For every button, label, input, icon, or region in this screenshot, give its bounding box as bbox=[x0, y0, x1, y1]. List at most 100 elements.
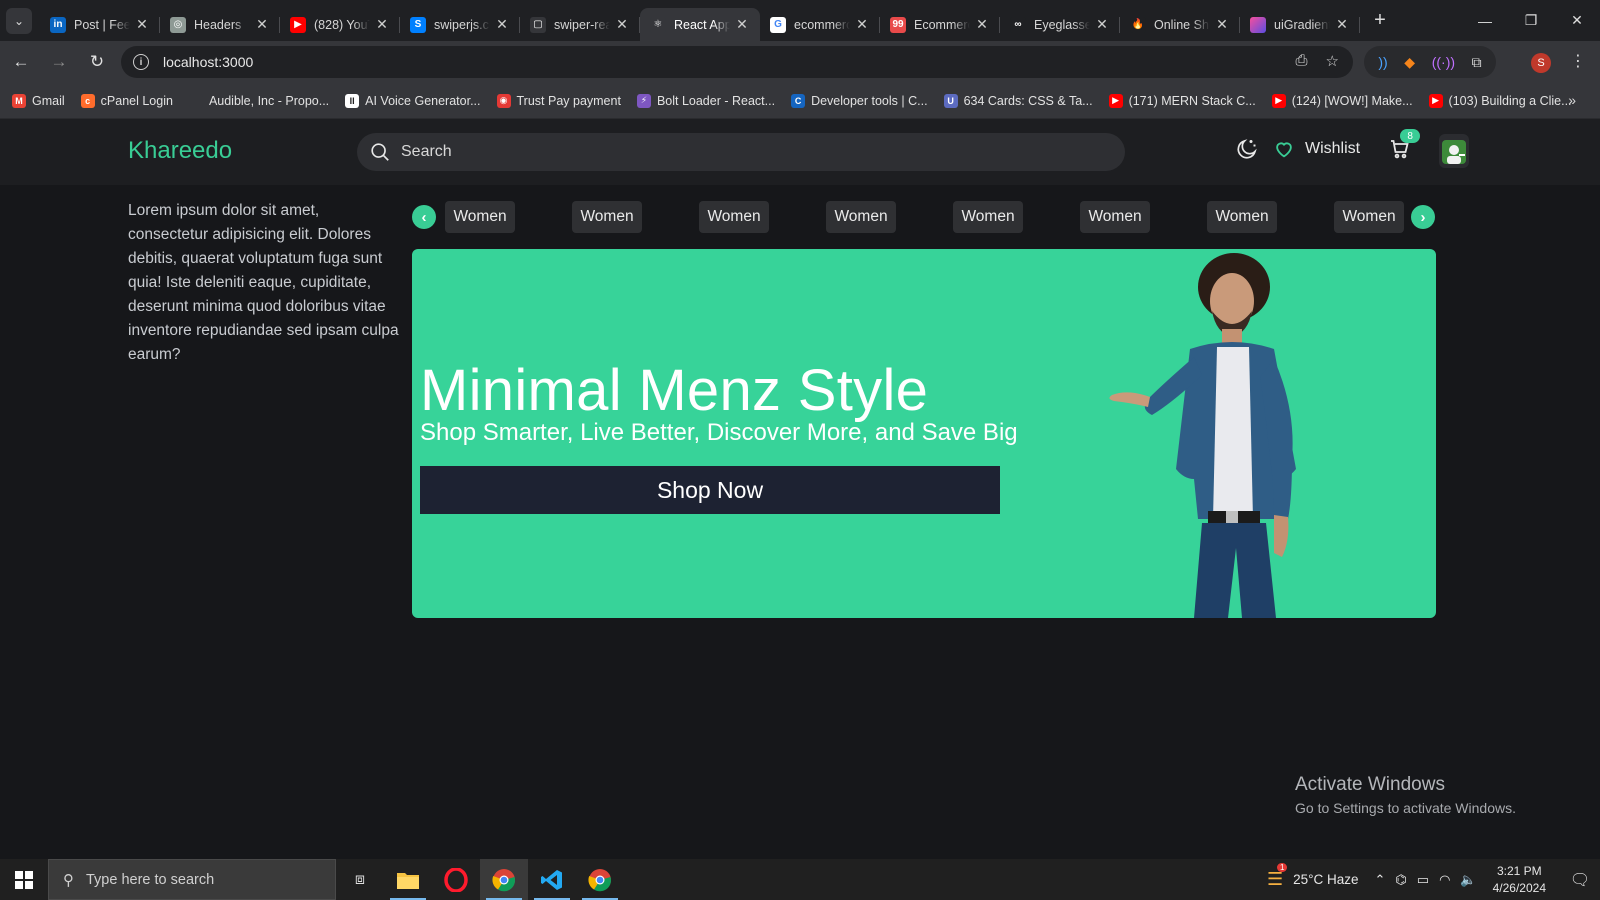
opera-button[interactable] bbox=[432, 859, 480, 900]
browser-tab[interactable]: ∞ Eyeglasses ✕ bbox=[1000, 8, 1120, 41]
menu-kebab-icon[interactable]: ⋮ bbox=[1570, 51, 1586, 71]
wishlist-link[interactable]: Wishlist bbox=[1305, 140, 1360, 158]
wifi-icon[interactable]: ◠ bbox=[1439, 872, 1450, 888]
cart-button[interactable]: 8 bbox=[1388, 129, 1421, 161]
search-icon bbox=[371, 143, 389, 161]
close-tab-icon[interactable]: ✕ bbox=[734, 16, 750, 33]
close-tab-icon[interactable]: ✕ bbox=[374, 16, 390, 33]
browser-tab[interactable]: 99 Ecommerce ✕ bbox=[880, 8, 1000, 41]
metamask-icon[interactable]: ◆ bbox=[1404, 54, 1415, 71]
site-logo[interactable]: Khareedo bbox=[128, 137, 232, 165]
meet-now-icon[interactable]: ⌬ bbox=[1395, 872, 1406, 888]
task-view-button[interactable]: ⧈ bbox=[336, 859, 384, 900]
restore-button[interactable]: ❐ bbox=[1508, 0, 1554, 41]
chrome-button[interactable] bbox=[480, 859, 528, 900]
tab-search-button[interactable]: ⌄ bbox=[6, 7, 32, 34]
user-avatar[interactable] bbox=[1439, 134, 1469, 168]
close-window-button[interactable]: ✕ bbox=[1554, 0, 1600, 41]
chrome-profile-button[interactable] bbox=[576, 859, 624, 900]
chevron-left-icon: ‹ bbox=[421, 208, 427, 226]
bookmark-item[interactable]: c cPanel Login bbox=[80, 93, 173, 108]
bookmark-favicon-icon: ▶ bbox=[1108, 93, 1123, 108]
browser-tab-label: Eyeglasses bbox=[1034, 17, 1090, 32]
weather-text: 25°C Haze bbox=[1293, 872, 1359, 887]
file-explorer-button[interactable] bbox=[384, 859, 432, 900]
bookmark-star-icon[interactable]: ☆ bbox=[1326, 52, 1339, 70]
linkedin-icon: in bbox=[50, 16, 66, 33]
bookmark-item[interactable]: ▶ (103) Building a Clie... bbox=[1428, 93, 1572, 108]
shop-now-button[interactable]: Shop Now bbox=[420, 466, 1000, 514]
category-chip[interactable]: Women bbox=[826, 201, 896, 233]
close-tab-icon[interactable]: ✕ bbox=[494, 16, 510, 33]
extension-signal-icon[interactable]: ((·)) bbox=[1432, 54, 1455, 70]
heart-icon[interactable] bbox=[1273, 138, 1295, 160]
slider-prev-button[interactable]: ‹ bbox=[412, 205, 436, 229]
close-tab-icon[interactable]: ✕ bbox=[1094, 16, 1110, 33]
category-chip[interactable]: Women bbox=[953, 201, 1023, 233]
bookmark-favicon-icon: II bbox=[345, 93, 360, 108]
bookmark-item[interactable]: ⚡ Bolt Loader - React... bbox=[636, 93, 775, 108]
browser-toolbar: ← → ↻ i localhost:3000 ⎙ ☆ )) ◆ ((·)) ⧉ … bbox=[0, 41, 1600, 83]
start-button[interactable] bbox=[0, 859, 48, 900]
url-text[interactable]: localhost:3000 bbox=[163, 54, 253, 70]
search-input[interactable] bbox=[401, 143, 1101, 161]
notifications-button[interactable]: 🗨 bbox=[1560, 870, 1600, 890]
back-button[interactable]: ← bbox=[4, 45, 38, 79]
close-tab-icon[interactable]: ✕ bbox=[134, 16, 150, 33]
browser-tab[interactable]: ▶ (828) YouTube ✕ bbox=[280, 8, 400, 41]
category-chip[interactable]: Women bbox=[1207, 201, 1277, 233]
category-chip[interactable]: Women bbox=[1334, 201, 1404, 233]
browser-tab[interactable]: uiGradients ✕ bbox=[1240, 8, 1360, 41]
close-tab-icon[interactable]: ✕ bbox=[254, 16, 270, 33]
taskbar-search[interactable]: ⚲ Type here to search bbox=[48, 859, 336, 900]
activate-windows-subtitle: Go to Settings to activate Windows. bbox=[1295, 800, 1516, 816]
close-tab-icon[interactable]: ✕ bbox=[974, 16, 990, 33]
profile-avatar[interactable]: S bbox=[1531, 53, 1551, 73]
site-info-icon[interactable]: i bbox=[133, 54, 149, 70]
category-chip[interactable]: Women bbox=[1080, 201, 1150, 233]
site-search-bar[interactable] bbox=[357, 133, 1125, 171]
address-bar[interactable]: i localhost:3000 ⎙ ☆ bbox=[121, 46, 1353, 78]
bookmark-item[interactable]: U 634 Cards: CSS & Ta... bbox=[943, 93, 1093, 108]
reload-button[interactable]: ↻ bbox=[80, 45, 114, 79]
bookmark-item[interactable]: Audible, Inc - Propo... bbox=[188, 93, 329, 108]
volume-icon[interactable]: 🔈 bbox=[1460, 872, 1476, 888]
bookmark-item[interactable]: C Developer tools | C... bbox=[791, 93, 928, 108]
weather-widget[interactable]: ☰ 1 25°C Haze bbox=[1267, 863, 1359, 890]
close-tab-icon[interactable]: ✕ bbox=[1214, 16, 1230, 33]
close-tab-icon[interactable]: ✕ bbox=[1334, 16, 1350, 33]
new-tab-button[interactable]: + bbox=[1366, 7, 1394, 35]
bookmarks-overflow-icon[interactable]: » bbox=[1568, 92, 1576, 108]
bookmark-item[interactable]: ▶ (171) MERN Stack C... bbox=[1108, 93, 1256, 108]
browser-tab[interactable]: in Post | Feed ✕ bbox=[40, 8, 160, 41]
browser-tab[interactable]: ◎ Headers ✕ bbox=[160, 8, 280, 41]
extension-wave-icon[interactable]: )) bbox=[1378, 54, 1387, 70]
browser-tab[interactable]: Gecommerce ✕ bbox=[760, 8, 880, 41]
system-tray: ☰ 1 25°C Haze ⌃ ⌬ ▭ ◠ 🔈 3:21 PM 4/26/2024… bbox=[1267, 859, 1600, 900]
bookmark-item[interactable]: ▶ (124) [WOW!] Make... bbox=[1271, 93, 1413, 108]
minimize-button[interactable]: — bbox=[1462, 0, 1508, 41]
bookmark-item[interactable]: M Gmail bbox=[12, 93, 65, 108]
clock[interactable]: 3:21 PM 4/26/2024 bbox=[1493, 863, 1546, 897]
bookmark-item[interactable]: ◉ Trust Pay payment bbox=[496, 93, 621, 108]
bookmark-item[interactable]: II AI Voice Generator... bbox=[345, 93, 481, 108]
browser-tab[interactable]: ⚛ React App ✕ bbox=[640, 8, 760, 41]
dark-mode-toggle-icon[interactable] bbox=[1235, 137, 1259, 161]
show-hidden-icons-button[interactable]: ⌃ bbox=[1375, 872, 1386, 888]
puzzle-icon[interactable]: ⧉ bbox=[1472, 54, 1482, 71]
forward-button[interactable]: → bbox=[42, 45, 76, 79]
browser-tab[interactable]: Sswiperjs.com ✕ bbox=[400, 8, 520, 41]
browser-tab[interactable]: ▢ swiper-react ✕ bbox=[520, 8, 640, 41]
slider-next-button[interactable]: › bbox=[1411, 205, 1435, 229]
flame-icon: 🔥 bbox=[1130, 16, 1146, 33]
battery-icon[interactable]: ▭ bbox=[1417, 872, 1429, 888]
close-tab-icon[interactable]: ✕ bbox=[614, 16, 630, 33]
category-chip[interactable]: Women bbox=[445, 201, 515, 233]
bookmark-favicon-icon bbox=[188, 93, 203, 108]
install-app-icon[interactable]: ⎙ bbox=[1296, 52, 1308, 70]
category-chip[interactable]: Women bbox=[699, 201, 769, 233]
close-tab-icon[interactable]: ✕ bbox=[854, 16, 870, 33]
browser-tab[interactable]: 🔥 Online Shop ✕ bbox=[1120, 8, 1240, 41]
category-chip[interactable]: Women bbox=[572, 201, 642, 233]
vscode-button[interactable] bbox=[528, 859, 576, 900]
